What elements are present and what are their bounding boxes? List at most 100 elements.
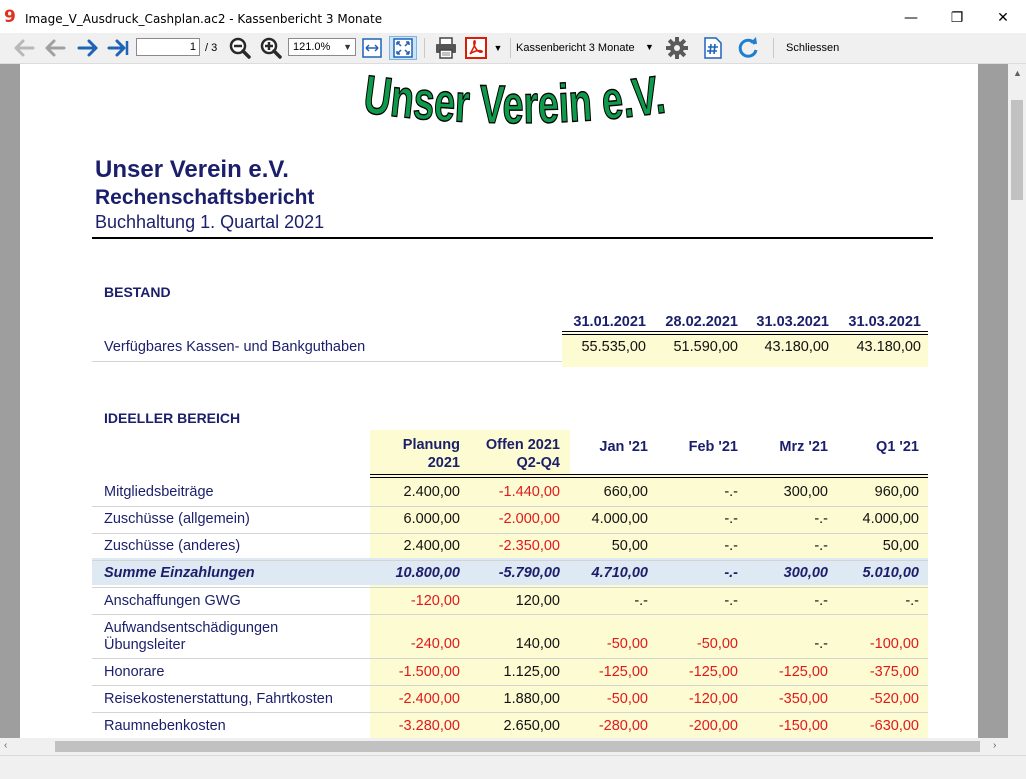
bestand-col-2: 28.02.2021	[665, 314, 738, 330]
row-label-text: Summe Einzahlungen	[104, 565, 255, 581]
back-disabled-icon[interactable]	[12, 36, 36, 60]
forward-icon[interactable]	[76, 36, 100, 60]
bestand-row-label: Verfügbares Kassen- und Bankguthaben	[104, 339, 366, 355]
row-divider	[92, 560, 928, 561]
zoom-out-icon[interactable]	[228, 36, 252, 60]
col-header-line1: Offen 2021	[485, 437, 560, 453]
table-cell: 2.650,00	[503, 718, 560, 734]
table-cell: -1.500,00	[398, 664, 460, 680]
section-ideeller-title: IDEELLER BEREICH	[104, 410, 241, 426]
table-cell: -.-	[724, 511, 738, 527]
table-cell: 1.125,00	[503, 664, 560, 680]
status-bar	[0, 755, 1026, 779]
table-cell: 140,00	[515, 636, 560, 652]
numbering-icon[interactable]	[700, 36, 726, 60]
row-label-text-line2: Übungsleiter	[104, 637, 186, 653]
close-button[interactable]: ✕	[980, 0, 1026, 36]
print-icon[interactable]	[433, 36, 459, 60]
svg-text:Unser Verein e.V.: Unser Verein e.V.	[360, 64, 668, 135]
report-subtitle: Rechenschaftsbericht	[95, 186, 315, 209]
table-cell: -.-	[814, 538, 828, 554]
table-cell: 50,00	[611, 538, 648, 554]
table-cell: 4.000,00	[591, 511, 648, 527]
table-cell: -.-	[814, 511, 828, 527]
document-viewport[interactable]: Unser Verein e.V. Unser Verein e.V. Rech…	[0, 64, 1008, 738]
fit-page-icon[interactable]	[389, 36, 417, 60]
zoom-select[interactable]: 121.0% ▼	[288, 38, 356, 56]
toolbar-separator	[773, 38, 774, 58]
table-cell: -.-	[905, 593, 919, 609]
table-cell: -.-	[724, 565, 738, 581]
horizontal-scroll-thumb[interactable]	[55, 741, 980, 752]
table-cell: -200,00	[688, 718, 738, 734]
chevron-down-icon[interactable]: ▼	[645, 42, 654, 52]
toolbar-separator	[510, 38, 511, 58]
table-cell: -3.280,00	[398, 718, 460, 734]
bestand-value: 55.535,00	[581, 339, 646, 355]
bestand-header-rule	[562, 331, 928, 335]
back-icon[interactable]	[43, 36, 67, 60]
col-header-jan: Jan '21	[599, 439, 648, 455]
ideeller-header-rule	[370, 474, 928, 478]
close-report-button[interactable]: Schliessen	[786, 42, 839, 54]
chevron-down-icon: ▼	[343, 42, 352, 52]
vertical-scrollbar[interactable]: ▲	[1008, 64, 1026, 738]
row-divider	[92, 587, 928, 588]
table-cell: -5.790,00	[498, 565, 560, 581]
table-cell: -2.350,00	[498, 538, 560, 554]
table-cell: -240,00	[410, 636, 460, 652]
table-row-label: Reisekostenerstattung, Fahrtkosten	[104, 691, 333, 708]
report-page: Unser Verein e.V. Unser Verein e.V. Rech…	[20, 64, 978, 738]
table-cell: -125,00	[688, 664, 738, 680]
table-row-label: Summe Einzahlungen	[104, 565, 255, 582]
table-cell: 2.400,00	[403, 538, 460, 554]
scroll-left-icon[interactable]: ‹	[4, 740, 7, 751]
app-icon: 9	[4, 7, 16, 27]
last-page-icon[interactable]	[106, 36, 130, 60]
table-cell: -350,00	[778, 691, 828, 707]
row-divider	[92, 712, 928, 713]
table-cell: -2.000,00	[498, 511, 560, 527]
zoom-in-icon[interactable]	[259, 36, 283, 60]
row-label-text: Reisekostenerstattung, Fahrtkosten	[104, 691, 333, 707]
col-header-line2: Q2-Q4	[516, 455, 560, 471]
maximize-button[interactable]: ❐	[934, 0, 980, 36]
table-cell: -1.440,00	[498, 484, 560, 500]
table-cell: -375,00	[869, 664, 919, 680]
table-cell: -.-	[724, 484, 738, 500]
table-cell: -.-	[814, 593, 828, 609]
table-cell: -.-	[724, 538, 738, 554]
vertical-scroll-thumb[interactable]	[1011, 100, 1023, 200]
fit-width-icon[interactable]	[360, 36, 384, 60]
page-number-input[interactable]: 1	[136, 38, 200, 56]
table-cell: 50,00	[882, 538, 919, 554]
horizontal-scrollbar[interactable]: ‹ ›	[0, 738, 1008, 755]
logo-text: Unser Verein e.V.	[360, 64, 670, 136]
table-cell: 660,00	[603, 484, 648, 500]
report-select[interactable]: Kassenbericht 3 Monate	[516, 42, 635, 54]
table-cell: -.-	[814, 636, 828, 652]
header-divider	[92, 237, 933, 239]
pdf-options-chevron-icon[interactable]: ▼	[492, 36, 504, 60]
table-row-label: Mitgliedsbeiträge	[104, 484, 214, 501]
row-label-text: Honorare	[104, 664, 165, 680]
pdf-icon[interactable]	[463, 36, 489, 60]
table-cell: 10.800,00	[395, 565, 460, 581]
table-row-label: Zuschüsse (allgemein)	[104, 511, 250, 528]
table-row-label: Anschaffungen GWG	[104, 593, 241, 610]
table-cell: 300,00	[783, 565, 828, 581]
scroll-right-icon[interactable]: ›	[993, 740, 996, 751]
table-cell: 120,00	[515, 593, 560, 609]
table-cell: -630,00	[869, 718, 919, 734]
refresh-icon[interactable]	[735, 36, 761, 60]
row-label-text: Mitgliedsbeiträge	[104, 484, 214, 500]
row-divider	[92, 658, 928, 659]
minimize-button[interactable]: —	[888, 0, 934, 36]
scroll-up-icon[interactable]: ▲	[1013, 68, 1022, 78]
table-row-label: Raumnebenkosten	[104, 718, 226, 735]
gear-icon[interactable]	[664, 36, 690, 60]
bestand-value: 51.590,00	[673, 339, 738, 355]
col-header-feb: Feb '21	[688, 439, 738, 455]
table-row-label: Honorare	[104, 664, 164, 681]
table-cell: -50,00	[696, 636, 738, 652]
